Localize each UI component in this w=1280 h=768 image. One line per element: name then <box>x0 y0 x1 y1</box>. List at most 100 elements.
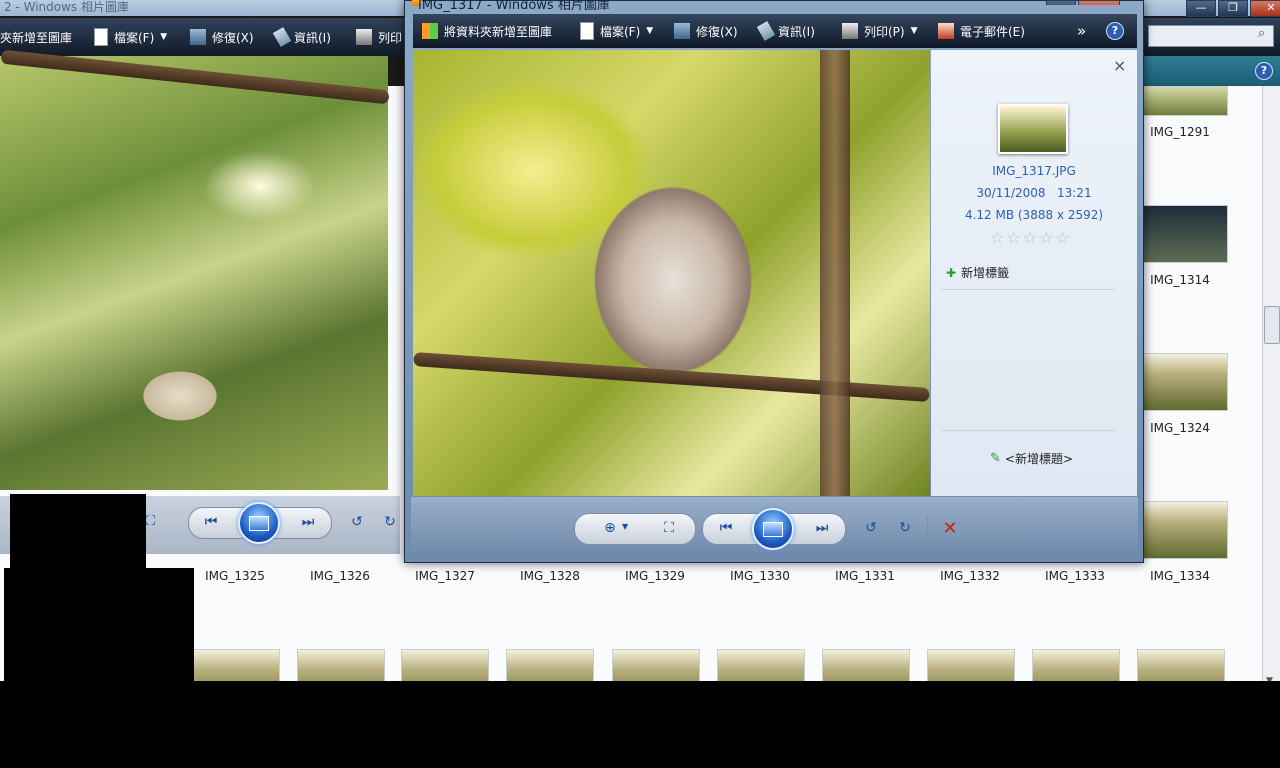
info-tag-icon <box>756 21 776 41</box>
slideshow-button[interactable] <box>752 508 794 550</box>
thumbnail-label: IMG_1332 <box>940 569 1000 583</box>
chevron-down-icon: ▼ <box>646 26 654 36</box>
main-photo-bird <box>413 50 930 496</box>
info-divider <box>942 430 1114 431</box>
slideshow-icon <box>249 515 269 531</box>
star-icon[interactable]: ☆ <box>1039 230 1053 246</box>
star-icon[interactable]: ☆ <box>990 230 1004 246</box>
slideshow-button[interactable] <box>238 502 280 544</box>
minimize-button[interactable]: — <box>1186 0 1216 17</box>
add-tag-icon: ✚ <box>946 265 957 280</box>
bg-fix-button[interactable]: 修復(X) <box>190 18 254 56</box>
email-icon <box>938 23 954 39</box>
fit-window-icon[interactable]: ⛶ <box>657 516 681 540</box>
email-button[interactable]: 電子郵件(E) <box>938 14 1025 48</box>
previous-icon[interactable]: ⏮ <box>199 510 223 534</box>
close-button[interactable]: ✕ <box>1250 0 1280 17</box>
edit-caption-icon: ✎ <box>990 451 1001 466</box>
redacted-region <box>0 681 1280 768</box>
add-tag-link[interactable]: ✚ 新增標籤 <box>946 264 1009 281</box>
bg-info-label: 資訊(I) <box>294 30 331 45</box>
bg-help-button[interactable]: ? <box>1255 62 1273 80</box>
file-icon <box>94 28 108 46</box>
print-label: 列印(P) <box>864 24 905 39</box>
more-commands-button[interactable]: » <box>1077 14 1086 48</box>
info-filename[interactable]: IMG_1317.JPG <box>931 164 1137 178</box>
viewer-title: IMG_1317 - Windows 相片圖庫 <box>418 0 610 12</box>
fit-window-icon[interactable]: ⛶ <box>146 514 155 529</box>
background-photo-bird <box>0 56 388 490</box>
info-tag-icon <box>272 27 292 47</box>
thumbnail-label: IMG_1329 <box>625 569 685 583</box>
chevron-down-icon: ▼ <box>160 32 168 42</box>
viewer-close-button[interactable] <box>1078 0 1120 5</box>
redacted-region <box>4 568 194 688</box>
star-icon[interactable]: ☆ <box>1023 230 1037 246</box>
bg-add-folder-label: 夾新增至圖庫 <box>0 30 73 45</box>
viewer-window-controls <box>1044 0 1120 5</box>
add-caption-link[interactable]: ✎ <新增標題> <box>990 450 1073 467</box>
chevron-down-icon: ▼ <box>910 26 918 36</box>
rotate-left-icon[interactable]: ↺ <box>345 510 369 534</box>
maximize-button[interactable]: ❐ <box>1218 0 1248 17</box>
scrollbar-thumb[interactable] <box>1264 306 1280 344</box>
chevron-down-icon[interactable]: ▼ <box>622 522 628 531</box>
control-divider <box>927 516 928 540</box>
background-window-controls: — ❐ ✕ <box>1184 0 1280 17</box>
bg-file-menu[interactable]: 檔案(F) ▼ <box>94 18 167 56</box>
thumbnail-label: IMG_1325 <box>205 569 265 583</box>
previous-icon[interactable]: ⏮ <box>714 516 738 540</box>
thumbnail[interactable] <box>1140 205 1228 263</box>
rating-stars[interactable]: ☆ ☆ ☆ ☆ ☆ <box>990 230 1070 246</box>
file-menu[interactable]: 檔案(F) ▼ <box>580 14 653 48</box>
search-icon[interactable]: ⌕ <box>1258 26 1265 41</box>
add-folder-icon <box>422 23 438 39</box>
zoom-icon[interactable]: ⊕ <box>598 516 622 540</box>
rotate-right-icon[interactable]: ↻ <box>378 510 402 534</box>
viewer-titlebar: IMG_1317 - Windows 相片圖庫 <box>404 0 1142 12</box>
thumbnail-label: IMG_1328 <box>520 569 580 583</box>
help-button[interactable]: ? <box>1106 22 1124 40</box>
thumbnail-label: IMG_1326 <box>310 569 370 583</box>
bg-print-label: 列印 <box>378 30 403 45</box>
bg-print-button[interactable]: 列印 <box>356 18 402 56</box>
vertical-scrollbar[interactable] <box>1262 86 1280 681</box>
thumbnail[interactable] <box>1140 86 1228 116</box>
star-icon[interactable]: ☆ <box>1006 230 1020 246</box>
bg-info-button[interactable]: 資訊(I) <box>272 18 331 56</box>
rotate-right-icon[interactable]: ↻ <box>893 516 917 540</box>
printer-icon <box>356 29 372 45</box>
bg-file-label: 檔案(F) <box>114 30 155 45</box>
search-input[interactable] <box>1148 25 1274 47</box>
print-menu[interactable]: 列印(P) ▼ <box>842 14 918 48</box>
add-folder-button[interactable]: 將資料夾新增至圖庫 <box>422 14 552 48</box>
fix-button[interactable]: 修復(X) <box>674 14 738 48</box>
thumbnail[interactable] <box>1140 501 1228 559</box>
thumbnail-label: IMG_1334 <box>1150 569 1210 583</box>
slideshow-icon <box>763 521 783 537</box>
photo-tree-trunk <box>820 50 850 496</box>
next-icon[interactable]: ⏭ <box>296 510 320 534</box>
file-icon <box>580 22 594 40</box>
info-thumbnail <box>998 104 1068 154</box>
printer-icon <box>842 23 858 39</box>
rotate-left-icon[interactable]: ↺ <box>859 516 883 540</box>
info-datetime[interactable]: 30/11/2008 13:21 <box>931 186 1137 200</box>
info-label: 資訊(I) <box>778 24 815 39</box>
info-button[interactable]: 資訊(I) <box>756 14 815 48</box>
fix-label: 修復(X) <box>696 24 738 39</box>
bg-fix-label: 修復(X) <box>212 30 254 45</box>
email-label: 電子郵件(E) <box>960 24 1025 39</box>
star-icon[interactable]: ☆ <box>1055 230 1069 246</box>
info-filesize: 4.12 MB (3888 x 2592) <box>964 208 1104 222</box>
thumbnail-label: IMG_1330 <box>730 569 790 583</box>
info-divider <box>942 289 1114 290</box>
add-caption-label: <新增標題> <box>1004 452 1074 466</box>
redacted-region <box>10 494 146 574</box>
close-info-pane-icon[interactable]: × <box>1113 56 1126 75</box>
delete-icon[interactable]: ✕ <box>938 516 962 540</box>
viewer-minimize-button[interactable] <box>1046 0 1076 5</box>
next-icon[interactable]: ⏭ <box>810 516 834 540</box>
fix-icon <box>190 29 206 45</box>
thumbnail[interactable] <box>1140 353 1228 411</box>
